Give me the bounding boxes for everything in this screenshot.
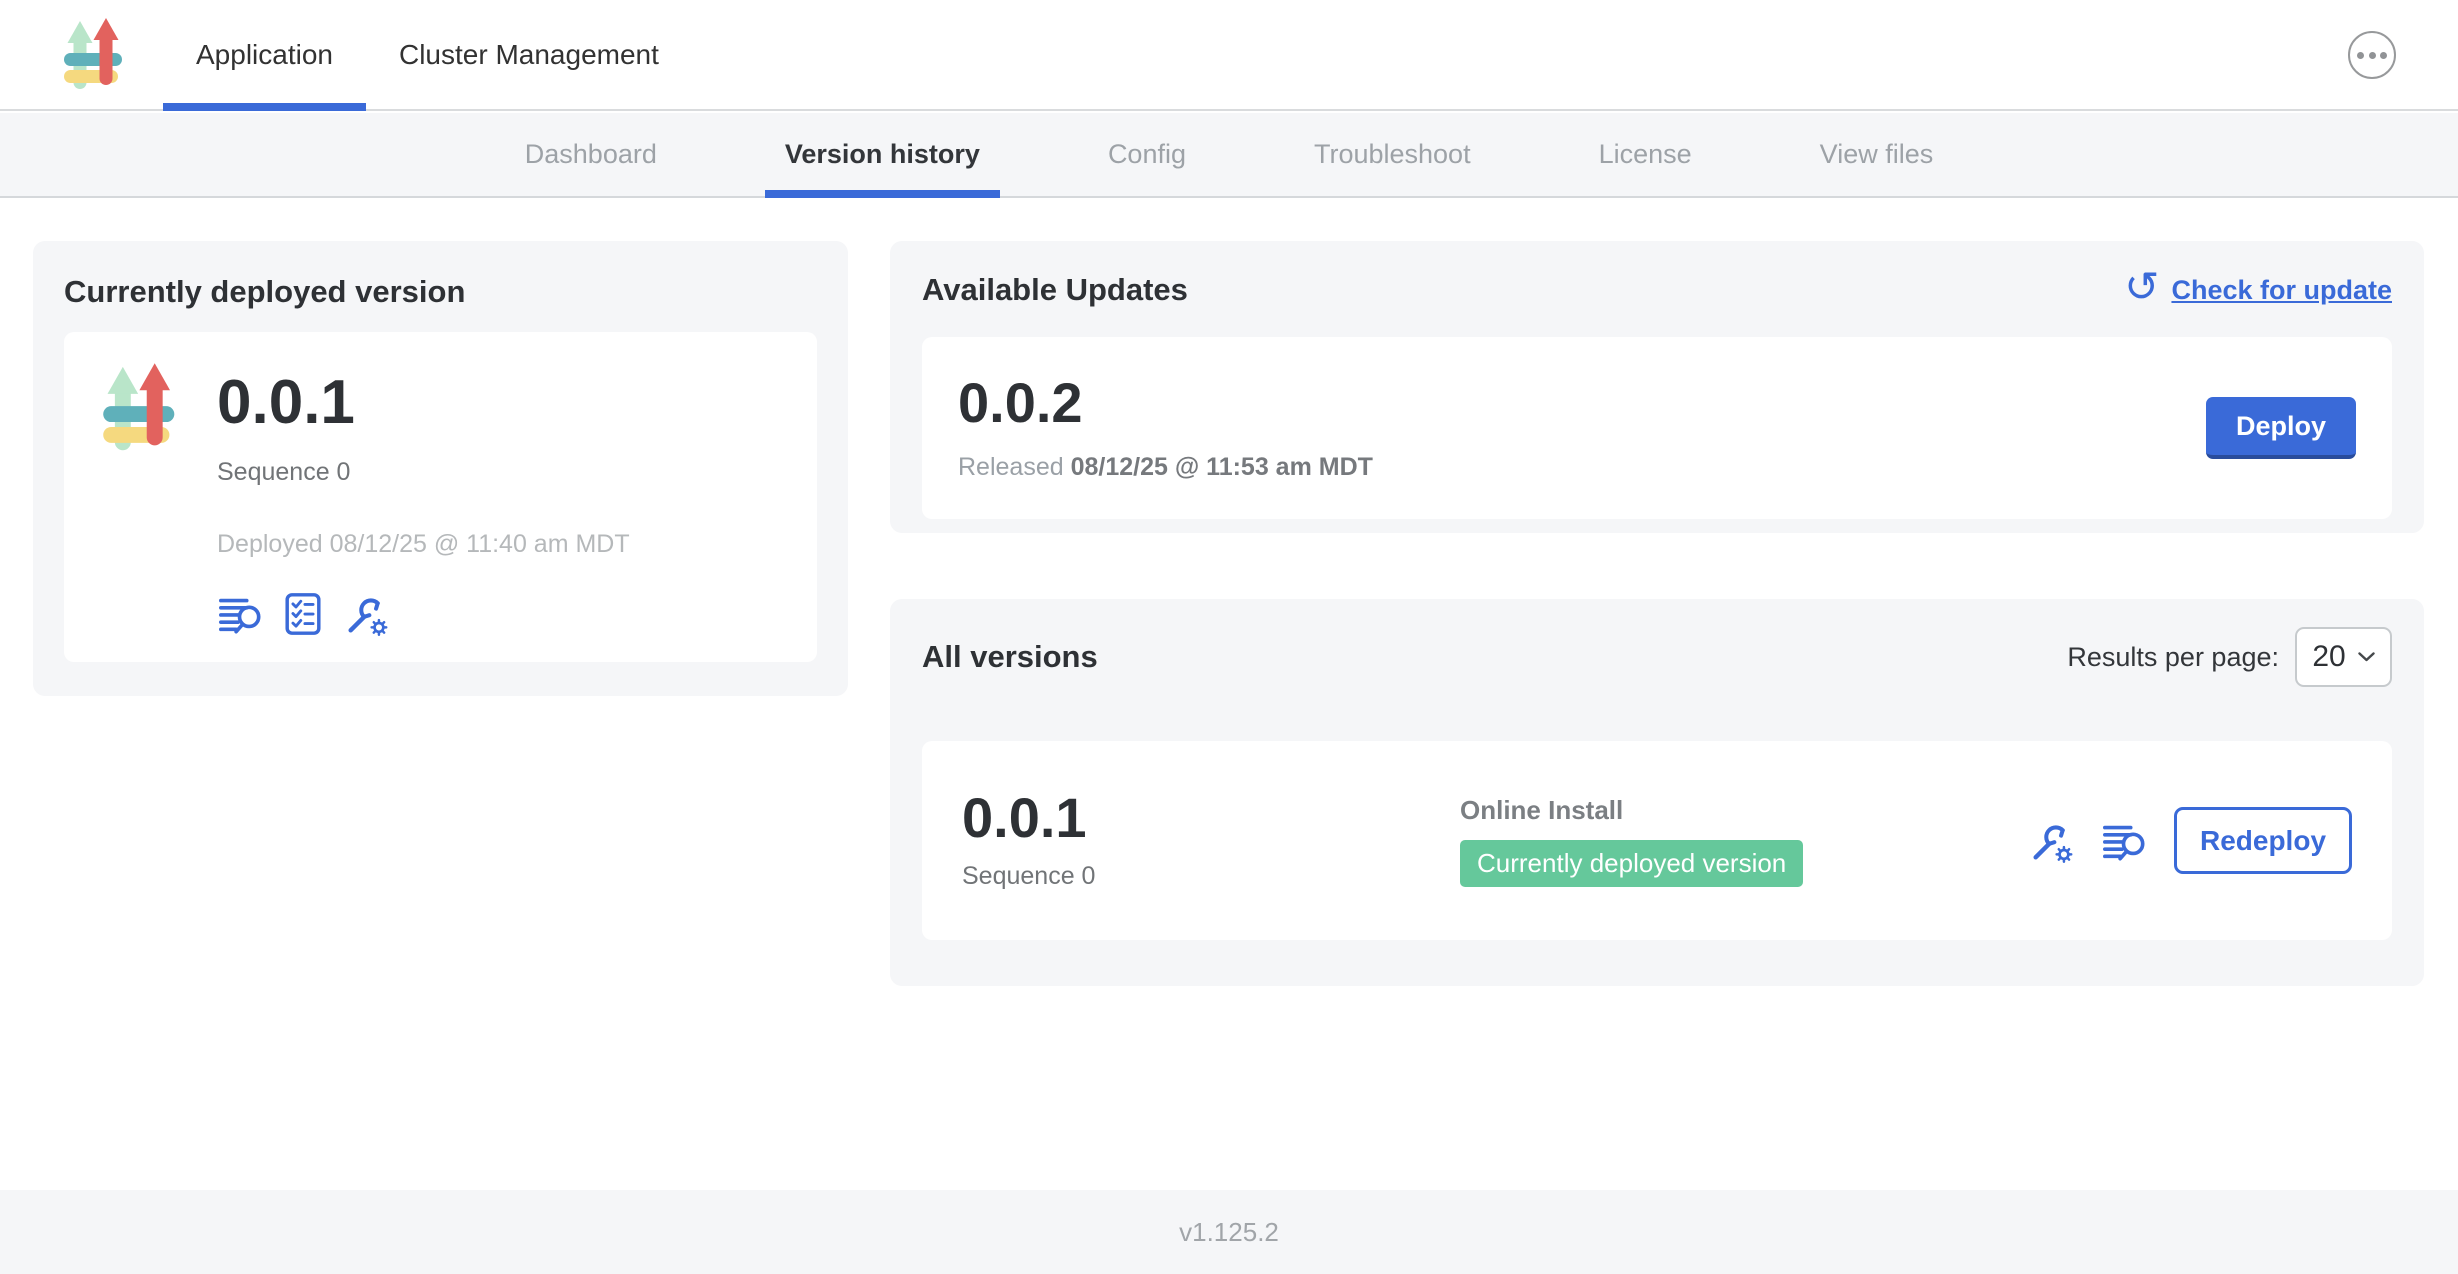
- check-for-update-label: Check for update: [2171, 275, 2392, 306]
- all-versions-card: All versions Results per page: 20 0.0.1 …: [890, 599, 2424, 986]
- tab-application[interactable]: Application: [163, 0, 366, 109]
- overflow-menu-button[interactable]: [2348, 31, 2396, 79]
- view-logs-icon[interactable]: [2101, 818, 2147, 864]
- current-version-card: Currently deployed version 0.0.1 Sequenc…: [33, 241, 848, 696]
- edit-config-icon[interactable]: [343, 591, 389, 637]
- install-type-label: Online Install: [1460, 795, 2028, 826]
- subtab-license[interactable]: License: [1535, 113, 1756, 196]
- top-nav-tabs: Application Cluster Management: [163, 0, 692, 109]
- current-version-number: 0.0.1: [217, 372, 630, 434]
- edit-config-icon[interactable]: [2028, 818, 2074, 864]
- app-logo-icon: [63, 17, 125, 93]
- subtab-config[interactable]: Config: [1044, 113, 1250, 196]
- footer: v1.125.2: [0, 1190, 2458, 1274]
- deploy-button[interactable]: Deploy: [2206, 397, 2356, 459]
- tab-cluster-management-label: Cluster Management: [399, 39, 659, 71]
- results-per-page-label: Results per page:: [2067, 642, 2279, 673]
- all-versions-title: All versions: [922, 639, 1098, 675]
- subtab-troubleshoot[interactable]: Troubleshoot: [1250, 113, 1535, 196]
- console-version-label: v1.125.2: [1179, 1217, 1279, 1248]
- main-content: Currently deployed version 0.0.1 Sequenc…: [0, 200, 2458, 1190]
- current-sequence-label: Sequence 0: [217, 458, 630, 487]
- update-version-number: 0.0.2: [958, 375, 1373, 431]
- admin-console-page: Application Cluster Management Dashboard…: [0, 0, 2458, 1274]
- app-logo-icon: [102, 362, 178, 452]
- redeploy-button[interactable]: Redeploy: [2174, 807, 2352, 874]
- version-row: 0.0.1 Sequence 0 Online Install Currentl…: [922, 741, 2392, 940]
- check-for-update-link[interactable]: ↺ Check for update: [2124, 269, 2392, 311]
- results-per-page-select[interactable]: 20: [2295, 627, 2392, 687]
- row-version-number: 0.0.1: [962, 790, 1460, 846]
- update-row: 0.0.2 Released 08/12/25 @ 11:53 am MDT D…: [922, 337, 2392, 519]
- ellipsis-icon: [2357, 52, 2364, 59]
- row-sequence-label: Sequence 0: [962, 862, 1460, 891]
- chevron-down-icon: [2358, 652, 2375, 662]
- tab-cluster-management[interactable]: Cluster Management: [366, 0, 692, 109]
- available-updates-card: Available Updates ↺ Check for update 0.0…: [890, 241, 2424, 533]
- refresh-icon: ↺: [2124, 266, 2159, 308]
- current-version-inner-card: 0.0.1 Sequence 0 Deployed 08/12/25 @ 11:…: [64, 332, 817, 662]
- view-logs-icon[interactable]: [217, 591, 263, 637]
- available-updates-title: Available Updates: [922, 272, 1188, 308]
- subtab-version-history[interactable]: Version history: [721, 113, 1044, 196]
- tab-application-label: Application: [196, 39, 333, 71]
- released-timestamp: Released 08/12/25 @ 11:53 am MDT: [958, 453, 1373, 482]
- current-version-card-title: Currently deployed version: [64, 274, 817, 310]
- results-per-page-value: 20: [2312, 640, 2345, 674]
- preflight-checks-icon[interactable]: [280, 591, 326, 637]
- subtab-view-files[interactable]: View files: [1756, 113, 1998, 196]
- deployed-timestamp: Deployed 08/12/25 @ 11:40 am MDT: [217, 530, 630, 559]
- subtab-dashboard[interactable]: Dashboard: [461, 113, 721, 196]
- top-navbar: Application Cluster Management: [0, 0, 2458, 111]
- app-subnav: Dashboard Version history Config Trouble…: [0, 113, 2458, 198]
- currently-deployed-badge: Currently deployed version: [1460, 840, 1803, 887]
